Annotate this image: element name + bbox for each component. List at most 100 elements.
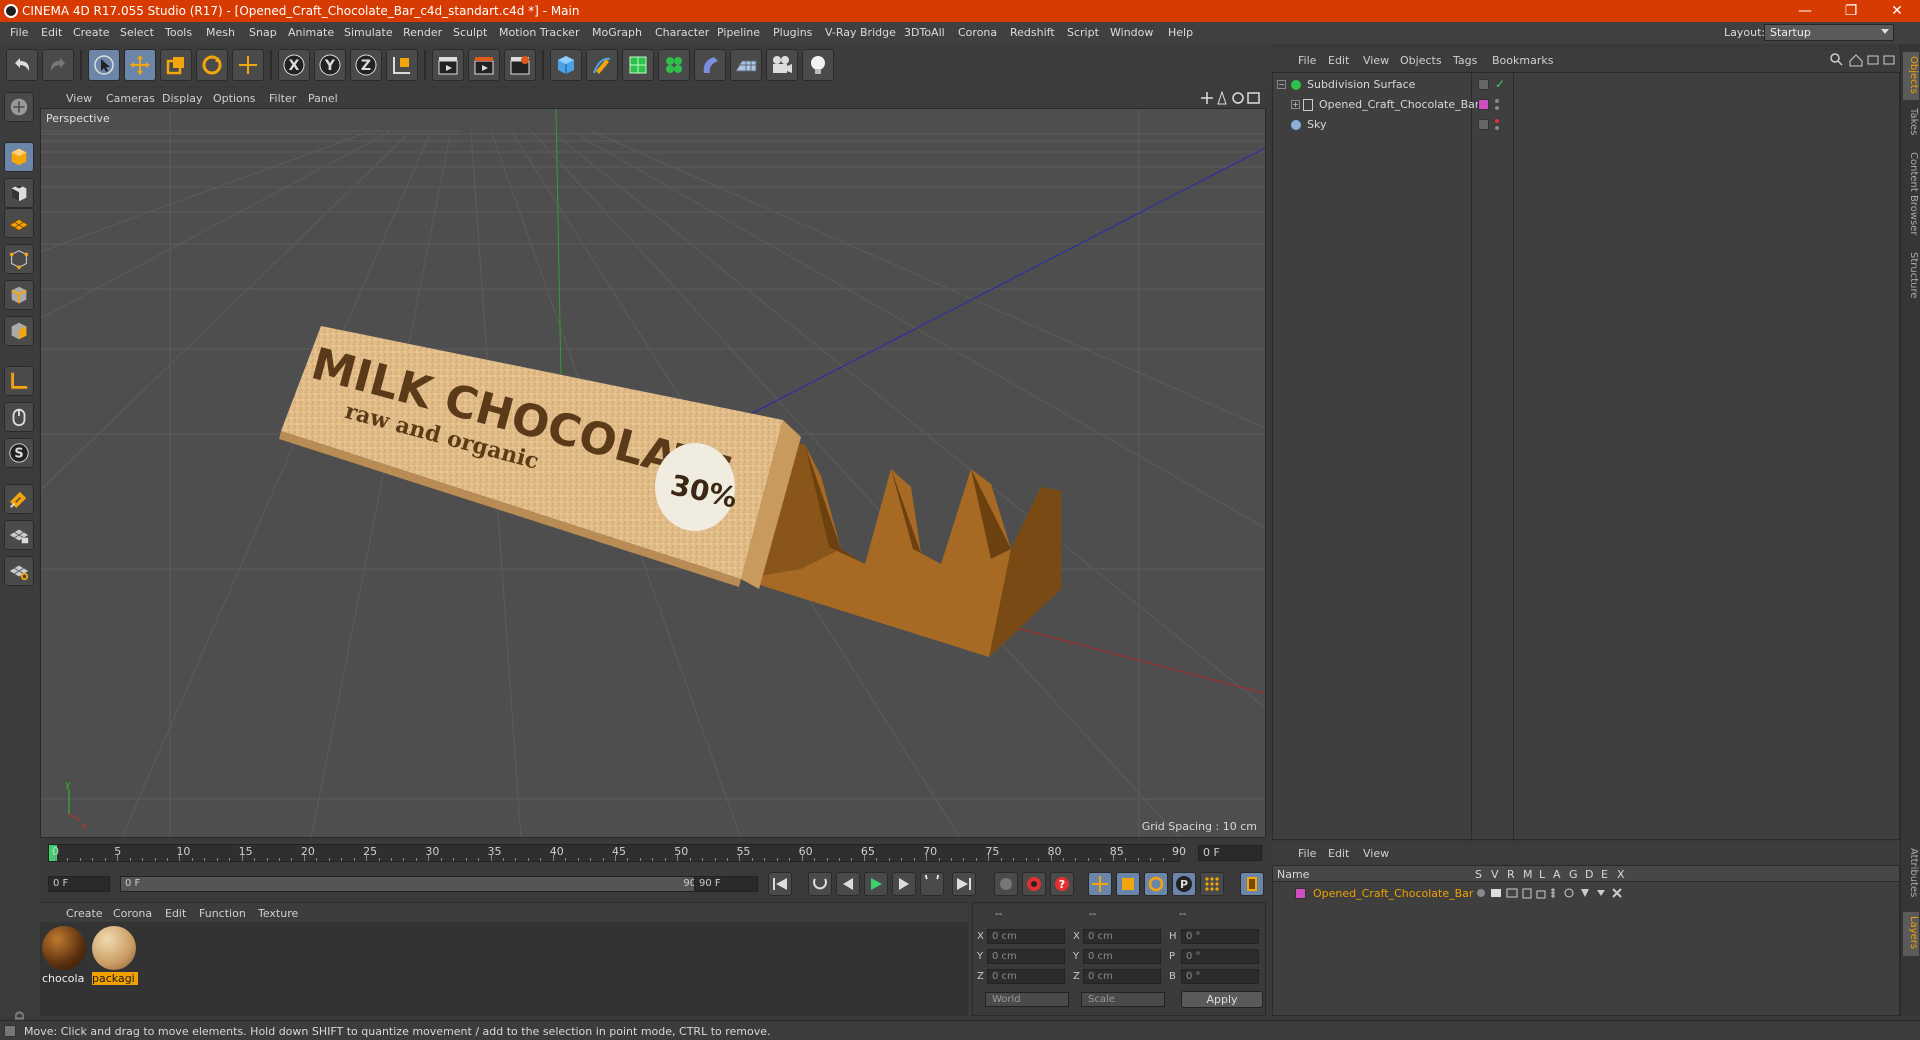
size-y-field[interactable]: 0 cm: [1083, 949, 1161, 964]
points-mode-button[interactable]: [4, 244, 34, 274]
menu-snap[interactable]: Snap: [249, 26, 277, 39]
layer-col-locked[interactable]: L: [1539, 868, 1545, 881]
layer-col-view[interactable]: V: [1491, 868, 1499, 881]
start-frame-field[interactable]: 0 F: [48, 876, 110, 892]
layer-col-solo[interactable]: S: [1475, 868, 1482, 881]
add-cube-button[interactable]: [550, 49, 582, 81]
layer-col-render[interactable]: R: [1507, 868, 1515, 881]
tweak-mode-button[interactable]: [4, 402, 34, 432]
menu-script[interactable]: Script: [1067, 26, 1099, 39]
workplane-mode-button[interactable]: [4, 208, 34, 238]
add-deformer-button[interactable]: [694, 49, 726, 81]
timeline-window-button[interactable]: [1240, 872, 1264, 896]
menu-mograph[interactable]: MoGraph: [592, 26, 642, 39]
keyframe-selection-button[interactable]: ?: [1050, 872, 1074, 896]
position-x-field[interactable]: 0 cm: [987, 929, 1065, 944]
go-to-end-button[interactable]: [952, 872, 976, 896]
viewport-nav-icons[interactable]: [1200, 91, 1262, 105]
add-light-button[interactable]: [802, 49, 834, 81]
add-floor-button[interactable]: [730, 49, 762, 81]
next-frame-button[interactable]: [892, 872, 916, 896]
play-button[interactable]: [864, 872, 888, 896]
texture-mode-button[interactable]: [4, 178, 34, 208]
coordinate-mode-select[interactable]: World: [985, 992, 1069, 1007]
x-axis-lock-button[interactable]: X: [278, 49, 310, 81]
recent-tools-button[interactable]: [232, 49, 264, 81]
key-rotation-button[interactable]: [1144, 872, 1168, 896]
layer-menu-view[interactable]: View: [1363, 847, 1389, 860]
record-keys-button[interactable]: [994, 872, 1018, 896]
scale-tool-button[interactable]: [160, 49, 192, 81]
go-to-start-button[interactable]: [768, 872, 792, 896]
render-view-button[interactable]: [432, 49, 464, 81]
layout-select[interactable]: Startup: [1764, 24, 1894, 41]
material-menu-function[interactable]: Function: [199, 907, 246, 920]
polygons-mode-button[interactable]: [4, 316, 34, 346]
menu-corona[interactable]: Corona: [958, 26, 997, 39]
layer-col-generators[interactable]: G: [1569, 868, 1578, 881]
menu-simulate[interactable]: Simulate: [344, 26, 393, 39]
material-swatch-chocolate[interactable]: chocola: [42, 926, 88, 986]
previous-key-button[interactable]: [808, 872, 832, 896]
live-selection-button[interactable]: [88, 49, 120, 81]
planar-workplane-button[interactable]: [4, 556, 34, 586]
move-tool-button[interactable]: [124, 49, 156, 81]
layer-menu-edit[interactable]: Edit: [1328, 847, 1349, 860]
rotation-b-field[interactable]: 0 °: [1181, 969, 1259, 984]
magnet-button[interactable]: [4, 484, 34, 514]
visibility-dot-icon[interactable]: [1495, 119, 1499, 123]
menu-3dtoall[interactable]: 3DToAll: [904, 26, 945, 39]
perspective-viewport[interactable]: MILK CHOCOLATE raw and organic 30% y x P…: [40, 108, 1266, 838]
viewport-menu-options[interactable]: Options: [213, 92, 255, 105]
layer-toggle-icons[interactable]: [1475, 887, 1635, 899]
add-nurbs-button[interactable]: [622, 49, 654, 81]
side-tab-content-browser[interactable]: Content Browser: [1903, 148, 1919, 244]
visibility-dot-icon[interactable]: [1495, 106, 1499, 110]
layer-row[interactable]: Opened_Craft_Chocolate_Bar: [1273, 884, 1899, 904]
lock-workplane-button[interactable]: [4, 520, 34, 550]
visibility-dot-icon[interactable]: [1495, 99, 1499, 103]
timeline-ruler[interactable]: 0 5 10 15 20 25 30 35 40 45 50 55 60 65 70 75 80 85 90: [48, 844, 1186, 862]
y-axis-lock-button[interactable]: Y: [314, 49, 346, 81]
expand-toggle-icon[interactable]: +: [1291, 100, 1300, 109]
material-swatch-package[interactable]: packagi: [92, 926, 138, 986]
menu-plugins[interactable]: Plugins: [773, 26, 812, 39]
layer-col-name[interactable]: Name: [1277, 868, 1309, 881]
menu-motion-tracker[interactable]: Motion Tracker: [499, 26, 579, 39]
menu-pipeline[interactable]: Pipeline: [717, 26, 760, 39]
size-mode-select[interactable]: Scale: [1081, 992, 1165, 1007]
snap-button[interactable]: S: [4, 438, 34, 468]
menu-window[interactable]: Window: [1110, 26, 1153, 39]
close-button[interactable]: ✕: [1874, 0, 1920, 22]
layer-color-icon[interactable]: [1478, 99, 1489, 110]
menu-mesh[interactable]: Mesh: [206, 26, 235, 39]
side-tab-structure[interactable]: Structure: [1903, 248, 1919, 308]
menu-tools[interactable]: Tools: [165, 26, 192, 39]
side-tab-layers[interactable]: Layers: [1903, 912, 1919, 956]
collapse-toggle-icon[interactable]: −: [1277, 80, 1286, 89]
coordinate-system-button[interactable]: [386, 49, 418, 81]
position-y-field[interactable]: 0 cm: [987, 949, 1065, 964]
menu-help[interactable]: Help: [1168, 26, 1193, 39]
layer-col-deformers[interactable]: D: [1585, 868, 1593, 881]
material-menu-texture[interactable]: Texture: [258, 907, 298, 920]
object-row-sky[interactable]: Sky: [1273, 115, 1899, 135]
menu-edit[interactable]: Edit: [41, 26, 62, 39]
side-tab-attributes[interactable]: Attributes: [1903, 844, 1919, 908]
menu-render[interactable]: Render: [403, 26, 442, 39]
layer-menu-file[interactable]: File: [1298, 847, 1316, 860]
redo-button[interactable]: [42, 49, 74, 81]
rotation-p-field[interactable]: 0 °: [1181, 949, 1259, 964]
autokey-button[interactable]: [1022, 872, 1046, 896]
model-mode-button[interactable]: [4, 142, 34, 172]
add-camera-button[interactable]: [766, 49, 798, 81]
key-parameter-button[interactable]: P: [1172, 872, 1196, 896]
enabled-check-icon[interactable]: ✓: [1495, 77, 1505, 91]
menu-sculpt[interactable]: Sculpt: [453, 26, 487, 39]
current-frame-field[interactable]: 0 F: [1198, 845, 1262, 861]
editor-visibility-icon[interactable]: [1478, 119, 1489, 130]
layer-color-icon[interactable]: [1295, 888, 1306, 899]
preview-range-slider[interactable]: 0 F 90 F: [120, 876, 720, 892]
key-point-level-button[interactable]: [1200, 872, 1224, 896]
material-menu-corona[interactable]: Corona: [113, 907, 152, 920]
